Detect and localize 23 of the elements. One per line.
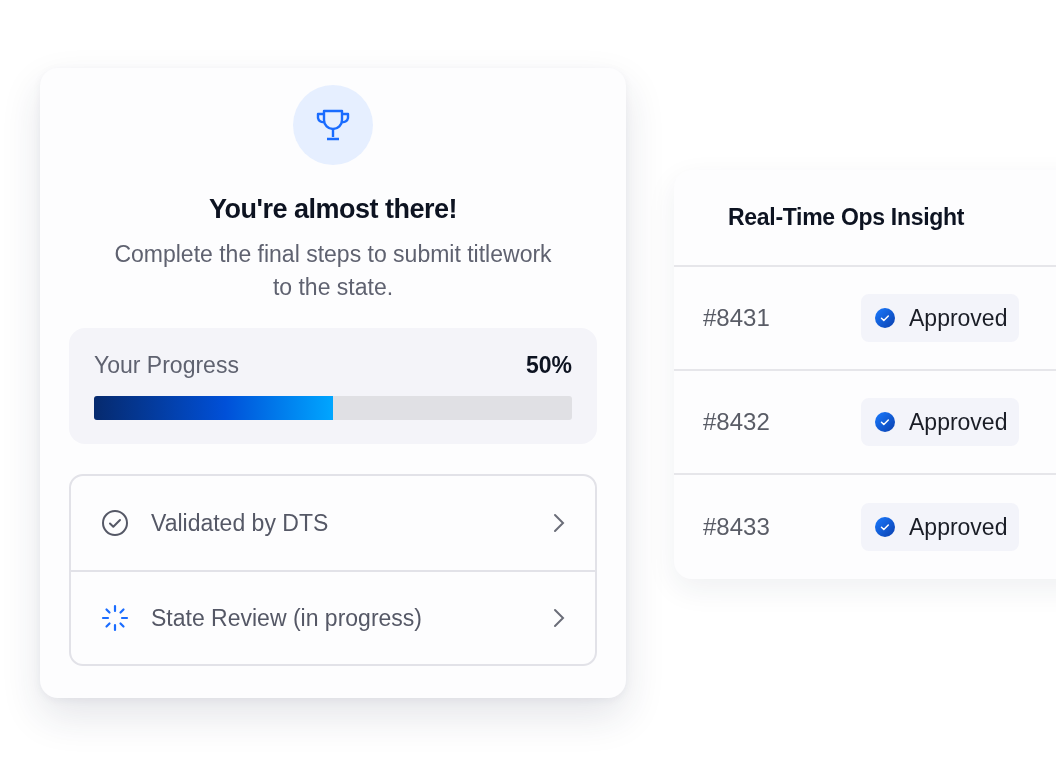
chevron-right-icon xyxy=(553,513,565,533)
progress-label: Your Progress xyxy=(94,350,239,380)
chevron-right-icon xyxy=(553,608,565,628)
step-row[interactable]: State Review (in progress) xyxy=(71,570,595,664)
order-id: #8431 xyxy=(703,303,771,333)
step-label: Validated by DTS xyxy=(151,508,330,538)
status-badge: Approved xyxy=(861,294,1020,342)
status-badge: Approved xyxy=(861,398,1020,446)
card-title: You're almost there! xyxy=(209,193,457,226)
check-circle-icon xyxy=(875,308,895,328)
spinner-icon xyxy=(101,604,129,632)
check-circle-icon xyxy=(875,517,895,537)
step-label: State Review (in progress) xyxy=(151,603,423,633)
check-circle-icon xyxy=(875,412,895,432)
trophy-icon xyxy=(314,108,352,142)
check-circle-icon xyxy=(101,509,129,537)
panel-title: Real-Time Ops Insight xyxy=(728,203,965,233)
step-row[interactable]: Validated by DTS xyxy=(71,476,595,570)
status-badge: Approved xyxy=(861,503,1020,551)
progress-percent: 50% xyxy=(525,350,572,380)
card-subtitle: Complete the final steps to submit titlework to the state. xyxy=(113,239,553,302)
order-id: #8433 xyxy=(703,512,771,542)
order-id: #8432 xyxy=(703,407,771,437)
